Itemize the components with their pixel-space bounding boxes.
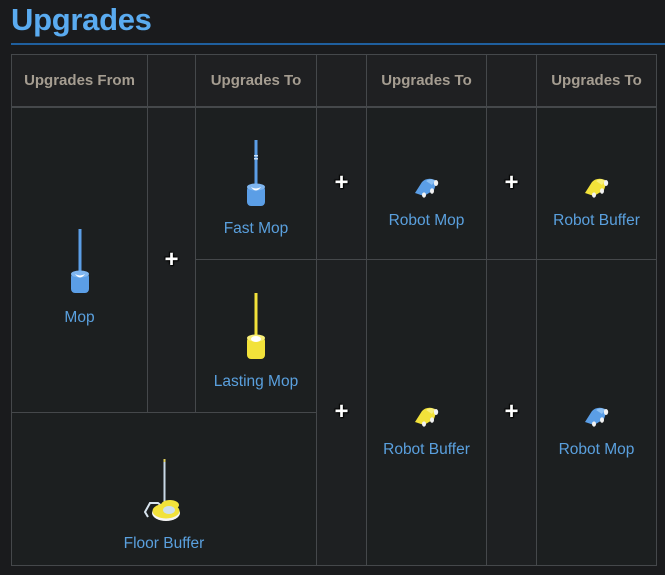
header-upgrades-from: Upgrades From [11, 54, 148, 108]
section-title: Upgrades [11, 2, 152, 37]
robot-buffer-icon[interactable] [582, 174, 612, 202]
cell-robot-mop: Robot Mop [536, 258, 657, 566]
item-link-robot-buffer[interactable]: Robot Buffer [553, 212, 640, 230]
item-link-floor-buffer[interactable]: Floor Buffer [124, 535, 205, 553]
plus-icon: + [334, 398, 349, 425]
header-row: Upgrades From Upgrades To Upgrades To Up… [11, 54, 657, 108]
plus-icon: + [504, 169, 519, 197]
cell-robot-buffer: Robot Buffer [536, 106, 657, 260]
plus-icon: + [334, 169, 349, 197]
plus-cell: + [486, 106, 537, 260]
cell-floor-buffer: Floor Buffer [11, 411, 317, 566]
plus-icon: + [504, 398, 519, 425]
header-upgrades-to-3: Upgrades To [536, 54, 657, 108]
cell-robot-mop: Robot Mop [366, 106, 487, 260]
item-link-mop[interactable]: Mop [64, 309, 94, 327]
floor-buffer-icon[interactable] [144, 458, 184, 525]
header-plus-2 [316, 54, 367, 108]
item-link-fast-mop[interactable]: Fast Mop [224, 220, 289, 238]
header-upgrades-to-2: Upgrades To [366, 54, 487, 108]
item-link-lasting-mop[interactable]: Lasting Mop [214, 373, 298, 391]
item-link-robot-buffer[interactable]: Robot Buffer [383, 441, 470, 459]
plus-cell: + [147, 106, 196, 413]
lasting-mop-icon[interactable] [241, 292, 271, 363]
header-plus-3 [486, 54, 537, 108]
cell-fast-mop: Fast Mop [195, 106, 317, 260]
robot-mop-icon[interactable] [412, 174, 442, 202]
plus-cell: + [486, 258, 537, 566]
item-link-robot-mop[interactable]: Robot Mop [559, 441, 635, 459]
plus-cell: + [316, 258, 367, 566]
cell-mop: Mop [11, 106, 148, 413]
table-row: Mop + Fast Mop + Robot Mop + Robot Buffe… [11, 106, 657, 413]
header-plus-1 [147, 54, 196, 108]
plus-icon: + [164, 245, 179, 273]
robot-buffer-icon[interactable] [412, 403, 442, 431]
item-link-robot-mop[interactable]: Robot Mop [389, 212, 465, 230]
fast-mop-icon[interactable] [241, 140, 271, 210]
plus-cell: + [316, 106, 367, 260]
header-upgrades-to-1: Upgrades To [195, 54, 317, 108]
cell-robot-buffer: Robot Buffer [366, 258, 487, 566]
cell-lasting-mop: Lasting Mop [195, 258, 317, 413]
robot-mop-icon[interactable] [582, 403, 612, 431]
upgrades-table: Upgrades From Upgrades To Upgrades To Up… [11, 54, 657, 566]
title-underline [11, 43, 665, 45]
mop-icon[interactable] [65, 228, 95, 299]
